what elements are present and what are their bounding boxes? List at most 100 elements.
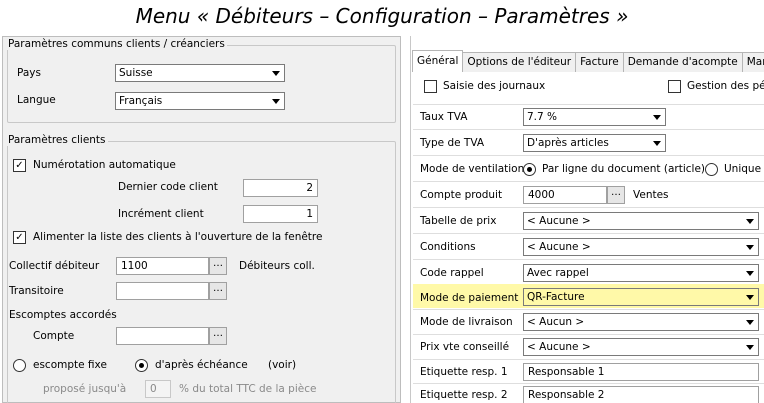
breakdown-single-radio[interactable] xyxy=(705,163,718,176)
row-divider xyxy=(413,334,764,335)
journal-entry-checkbox[interactable] xyxy=(424,80,437,93)
product-account-desc: Ventes xyxy=(633,189,669,201)
product-account-browse-button[interactable]: … xyxy=(607,186,625,204)
reminder-code-value: Avec rappel xyxy=(527,267,589,279)
delivery-mode-select[interactable]: < Aucun > xyxy=(523,313,759,331)
last-code-label: Dernier code client xyxy=(118,181,218,193)
chevron-down-icon xyxy=(742,289,758,305)
account-browse-button[interactable]: … xyxy=(209,327,227,345)
tab-invoice[interactable]: Facture xyxy=(575,52,624,72)
collective-debtor-label: Collectif débiteur xyxy=(9,260,100,272)
row-divider xyxy=(413,129,764,130)
transit-field[interactable] xyxy=(116,282,209,300)
tab-editor-options[interactable]: Options de l'éditeur xyxy=(462,52,577,72)
conditions-label: Conditions xyxy=(420,241,476,253)
periods-checkbox[interactable] xyxy=(668,80,681,93)
journal-entry-label: Saisie des journaux xyxy=(443,80,546,92)
product-account-field[interactable]: 4000 xyxy=(523,186,607,204)
price-table-label: Tabelle de prix xyxy=(420,215,497,227)
payment-mode-label: Mode de paiement xyxy=(420,292,519,304)
increment-field[interactable]: 1 xyxy=(243,205,318,223)
country-select-value: Suisse xyxy=(119,67,153,79)
due-discount-radio[interactable] xyxy=(135,359,148,372)
see-link[interactable]: (voir) xyxy=(268,359,296,371)
country-label: Pays xyxy=(17,67,41,79)
fixed-discount-label: escompte fixe xyxy=(33,359,107,371)
row-divider xyxy=(413,359,764,360)
row-divider xyxy=(413,181,764,182)
breakdown-label: Mode de ventilation xyxy=(420,163,525,175)
last-code-field[interactable]: 2 xyxy=(243,179,318,197)
common-settings-legend: Paramètres communs clients / créanciers xyxy=(6,38,227,50)
language-select[interactable]: Français xyxy=(115,92,285,110)
vat-type-label: Type de TVA xyxy=(420,137,485,149)
delivery-mode-value: < Aucun > xyxy=(527,316,585,328)
transit-label: Transitoire xyxy=(9,285,64,297)
payment-mode-select[interactable]: QR-Facture xyxy=(523,288,759,306)
chevron-down-icon xyxy=(649,135,665,151)
breakdown-single-label: Unique p xyxy=(724,163,764,175)
row-divider xyxy=(413,309,764,310)
vat-type-select[interactable]: D'après articles xyxy=(523,134,666,152)
vat-rate-value: 7.7 % xyxy=(527,111,558,123)
periods-label: Gestion des péri xyxy=(687,80,764,92)
tab-deposit-request[interactable]: Demande d'acompte xyxy=(622,52,743,72)
chevron-down-icon xyxy=(268,65,284,81)
reminder-code-select[interactable]: Avec rappel xyxy=(523,264,759,282)
proposed-field[interactable]: 0 xyxy=(145,380,171,398)
delivery-mode-label: Mode de livraison xyxy=(420,316,513,328)
vat-rate-select[interactable]: 7.7 % xyxy=(523,108,666,126)
retail-price-label: Prix vte conseillé xyxy=(420,341,510,353)
conditions-select[interactable]: < Aucune > xyxy=(523,238,759,256)
settings-tabbar: Général Options de l'éditeur Facture Demand… xyxy=(412,50,764,72)
chevron-down-icon xyxy=(268,93,284,109)
chevron-down-icon xyxy=(742,314,758,330)
auto-numbering-label: Numérotation automatique xyxy=(33,159,176,171)
chevron-down-icon xyxy=(742,213,758,229)
price-table-value: < Aucune > xyxy=(527,215,591,227)
tab-mandate[interactable]: Manda xyxy=(741,52,764,72)
feed-list-label: Alimenter la liste des clients à l'ouver… xyxy=(33,231,323,243)
chevron-down-icon xyxy=(649,109,665,125)
row-divider xyxy=(413,383,764,384)
row-divider xyxy=(413,233,764,234)
proposed-label: proposé jusqu'à xyxy=(43,383,127,395)
page-caption: Menu « Débiteurs – Configuration – Param… xyxy=(135,4,629,28)
left-settings-panel: Paramètres communs clients / créanciers … xyxy=(2,36,401,403)
breakdown-per-line-label: Par ligne du document (article) xyxy=(542,163,706,175)
chevron-down-icon xyxy=(742,339,758,355)
common-settings-group xyxy=(7,45,396,123)
due-discount-label: d'après échéance xyxy=(155,359,248,371)
country-select[interactable]: Suisse xyxy=(115,64,285,82)
vat-rate-label: Taux TVA xyxy=(420,111,468,123)
row-divider xyxy=(413,104,764,105)
resp2-field[interactable]: Responsable 2 xyxy=(523,386,759,403)
resp2-label: Etiquette resp. 2 xyxy=(420,389,508,401)
resp1-field[interactable]: Responsable 1 xyxy=(523,363,759,381)
language-select-value: Français xyxy=(119,95,163,107)
resp1-label: Etiquette resp. 1 xyxy=(420,366,508,378)
account-label: Compte xyxy=(33,330,75,342)
retail-price-value: < Aucune > xyxy=(527,341,591,353)
increment-label: Incrément client xyxy=(118,208,204,220)
fixed-discount-radio[interactable] xyxy=(13,359,26,372)
product-account-label: Compte produit xyxy=(420,189,503,201)
tab-general[interactable]: Général xyxy=(412,50,464,72)
row-divider xyxy=(413,155,764,156)
collective-debtor-browse-button[interactable]: … xyxy=(209,257,227,275)
collective-debtor-desc: Débiteurs coll. xyxy=(239,260,315,272)
client-settings-legend: Paramètres clients xyxy=(6,134,108,146)
breakdown-per-line-radio[interactable] xyxy=(523,163,536,176)
reminder-code-label: Code rappel xyxy=(420,267,484,279)
feed-list-checkbox[interactable]: ✓ xyxy=(13,231,26,244)
account-field[interactable] xyxy=(116,327,209,345)
collective-debtor-field[interactable]: 1100 xyxy=(116,257,209,275)
auto-numbering-checkbox[interactable]: ✓ xyxy=(13,159,26,172)
payment-mode-value: QR-Facture xyxy=(527,291,585,303)
conditions-value: < Aucune > xyxy=(527,241,591,253)
retail-price-select[interactable]: < Aucune > xyxy=(523,338,759,356)
transit-browse-button[interactable]: … xyxy=(209,282,227,300)
vat-type-value: D'après articles xyxy=(527,137,609,149)
price-table-select[interactable]: < Aucune > xyxy=(523,212,759,230)
row-divider xyxy=(413,207,764,208)
